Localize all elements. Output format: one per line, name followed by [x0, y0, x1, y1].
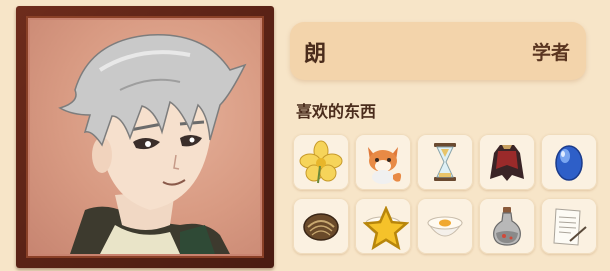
character-title: 学者: [531, 42, 570, 64]
favorite-item-slot[interactable]: [355, 134, 411, 190]
character-name: 朗: [304, 42, 327, 67]
fossil-icon: [303, 213, 339, 241]
favorites-grid: [293, 134, 609, 266]
red-cape-icon: [490, 145, 524, 181]
character-info-panel: 朗 学者 喜欢的东西: [0, 0, 610, 271]
favorites-heading: 喜欢的东西: [296, 102, 377, 121]
fox-plush-icon: [368, 147, 402, 184]
favorite-item-slot[interactable]: [541, 134, 597, 190]
favorite-item-slot[interactable]: [355, 198, 411, 254]
character-name-bar: 朗 学者: [290, 22, 586, 80]
character-portrait-illustration: [58, 34, 247, 254]
favorite-item-slot[interactable]: [479, 134, 535, 190]
favorite-item-slot[interactable]: [293, 134, 349, 190]
favorite-item-slot[interactable]: [479, 198, 535, 254]
portrait-frame: [16, 6, 274, 268]
potion-bottle-icon: [493, 207, 521, 246]
yellow-flower-icon: [299, 140, 343, 184]
favorite-item-slot[interactable]: [417, 134, 473, 190]
star-badge-icon: [363, 206, 409, 251]
character-portrait: [30, 20, 260, 254]
favorite-item-slot[interactable]: [541, 198, 597, 254]
blue-gem-icon: [555, 145, 583, 181]
hourglass-icon: [434, 143, 456, 181]
favorite-item-slot[interactable]: [417, 198, 473, 254]
egg-custard-bowl-icon: [427, 216, 463, 237]
favorite-item-slot[interactable]: [293, 198, 349, 254]
paper-quill-icon: [553, 208, 587, 246]
